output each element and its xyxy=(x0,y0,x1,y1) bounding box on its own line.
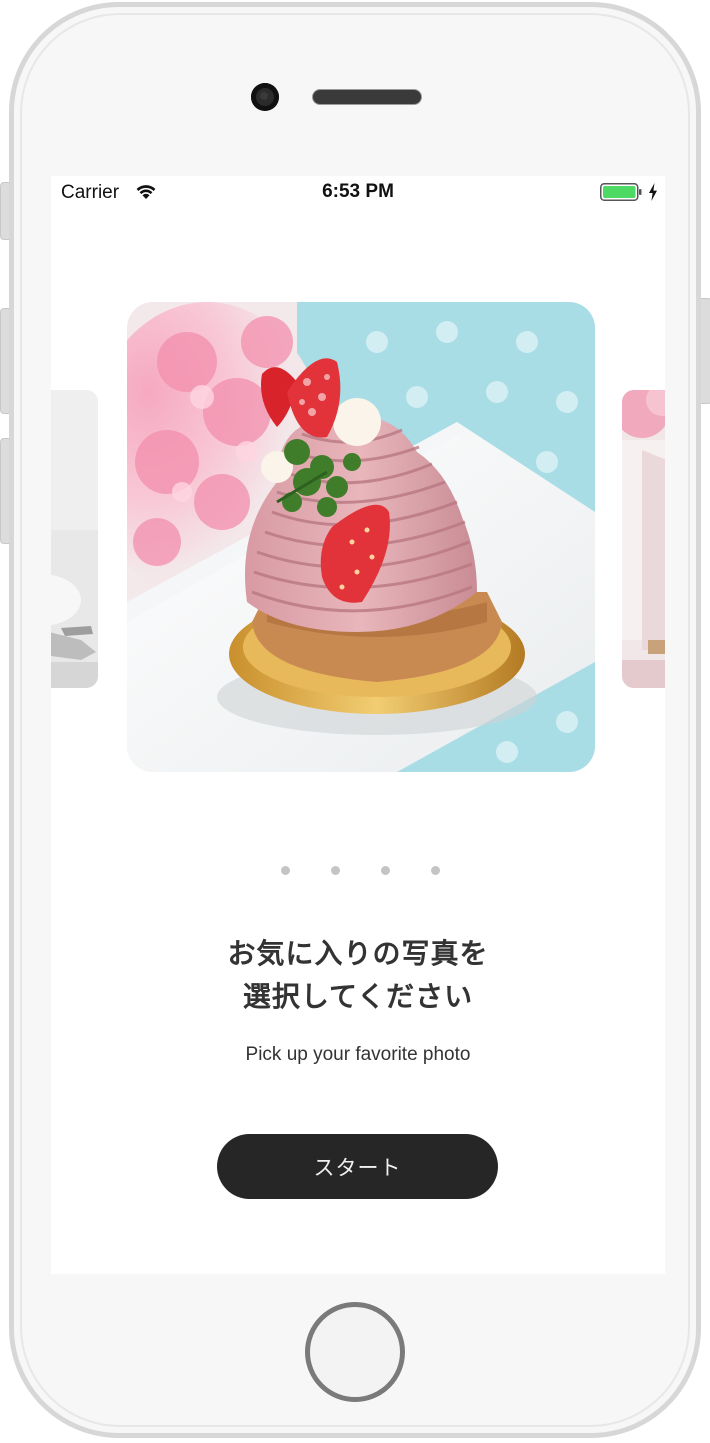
page-dot-1[interactable] xyxy=(281,866,290,875)
front-camera xyxy=(251,83,279,111)
previous-photo-image xyxy=(51,390,98,688)
app-screen: Carrier 6:53 PM お気に入りの写真を 選択してください Pick … xyxy=(51,176,665,1274)
battery-full-icon xyxy=(600,183,642,201)
page-indicator[interactable] xyxy=(51,866,665,876)
carousel-card-previous[interactable] xyxy=(51,390,98,688)
device-mockup: Carrier 6:53 PM お気に入りの写真を 選択してください Pick … xyxy=(0,0,710,1443)
earpiece-speaker xyxy=(312,89,422,105)
home-button[interactable] xyxy=(305,1302,405,1402)
onboarding-title: お気に入りの写真を 選択してください xyxy=(51,932,665,1018)
onboarding-title-line-2: 選択してください xyxy=(242,980,474,1013)
next-photo-image xyxy=(622,390,665,688)
carousel-card-next[interactable] xyxy=(622,390,665,688)
carousel-card-current[interactable] xyxy=(127,302,595,772)
page-dot-3[interactable] xyxy=(381,866,390,875)
cake-photo-image xyxy=(127,302,595,772)
start-button[interactable]: スタート xyxy=(217,1134,498,1199)
power-button xyxy=(700,298,710,404)
charging-bolt-icon xyxy=(649,183,657,201)
page-dot-2[interactable] xyxy=(331,866,340,875)
status-time: 6:53 PM xyxy=(322,181,394,202)
photo-carousel[interactable] xyxy=(51,302,665,774)
status-bar: Carrier 6:53 PM xyxy=(51,176,665,210)
onboarding-title-line-1: お気に入りの写真を xyxy=(227,937,489,970)
page-dot-4[interactable] xyxy=(431,866,440,875)
onboarding-subtitle: Pick up your favorite photo xyxy=(245,1044,471,1065)
